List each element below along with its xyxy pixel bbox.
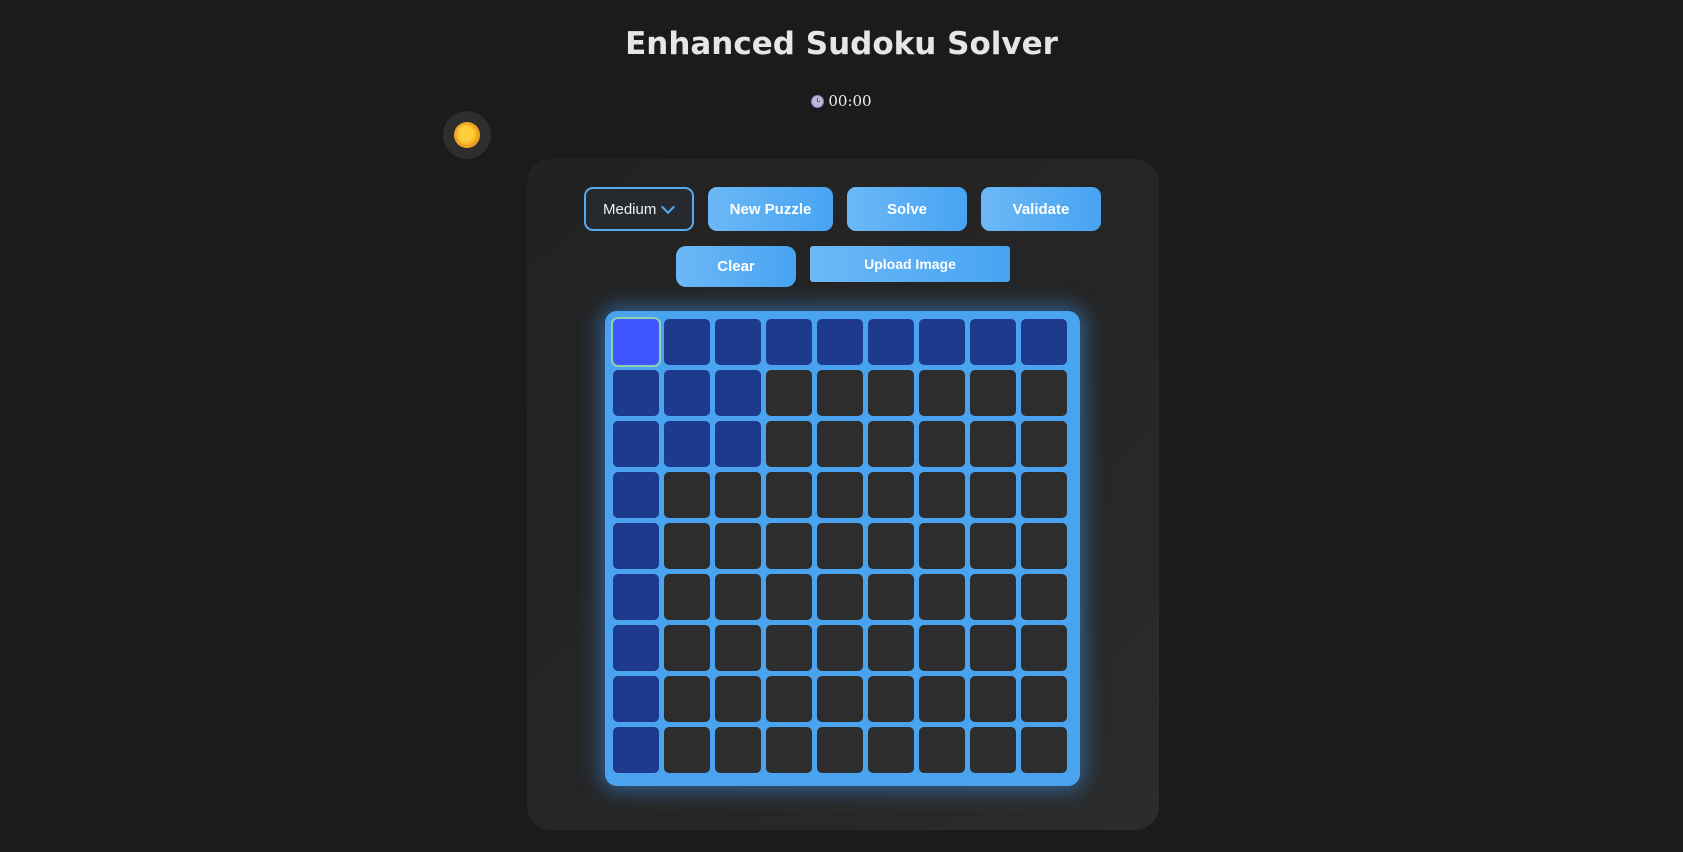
sudoku-cell[interactable] [664, 727, 710, 773]
sudoku-cell[interactable] [868, 523, 914, 569]
sudoku-cell[interactable] [868, 421, 914, 467]
sudoku-cell[interactable] [970, 574, 1016, 620]
difficulty-select[interactable]: Medium [584, 187, 694, 231]
sudoku-cell[interactable] [766, 421, 812, 467]
sudoku-cell[interactable] [868, 676, 914, 722]
sudoku-cell[interactable] [868, 625, 914, 671]
sudoku-cell[interactable] [970, 370, 1016, 416]
sudoku-cell[interactable] [715, 574, 761, 620]
sudoku-cell[interactable] [1021, 574, 1067, 620]
sudoku-cell[interactable] [868, 319, 914, 365]
validate-button[interactable]: Validate [981, 187, 1101, 231]
sudoku-cell[interactable] [970, 676, 1016, 722]
sun-icon [456, 124, 478, 146]
timer: 00:00 [0, 92, 1683, 110]
sudoku-cell[interactable] [868, 370, 914, 416]
sudoku-cell[interactable] [613, 727, 659, 773]
sudoku-cell[interactable] [715, 319, 761, 365]
sudoku-cell[interactable] [613, 676, 659, 722]
sudoku-cell[interactable] [1021, 727, 1067, 773]
sudoku-cell[interactable] [715, 676, 761, 722]
sudoku-cell[interactable] [715, 472, 761, 518]
sudoku-cell[interactable] [1021, 472, 1067, 518]
sudoku-cell[interactable] [817, 319, 863, 365]
sudoku-cell[interactable] [613, 625, 659, 671]
sudoku-cell[interactable] [919, 574, 965, 620]
sudoku-board [605, 311, 1080, 786]
sudoku-cell[interactable] [817, 676, 863, 722]
sudoku-cell[interactable] [664, 676, 710, 722]
sudoku-cell[interactable] [766, 625, 812, 671]
chevron-down-icon [660, 199, 676, 215]
sudoku-cell[interactable] [766, 676, 812, 722]
sudoku-cell[interactable] [715, 625, 761, 671]
clear-button[interactable]: Clear [676, 246, 796, 287]
sudoku-cell[interactable] [766, 472, 812, 518]
sudoku-cell[interactable] [664, 574, 710, 620]
sudoku-cell[interactable] [970, 625, 1016, 671]
sudoku-cell[interactable] [817, 421, 863, 467]
sudoku-cell[interactable] [664, 421, 710, 467]
sudoku-cell[interactable] [664, 625, 710, 671]
sudoku-cell[interactable] [868, 727, 914, 773]
timer-value: 00:00 [828, 92, 872, 110]
sudoku-cell[interactable] [919, 472, 965, 518]
sudoku-cell[interactable] [919, 319, 965, 365]
sudoku-cell[interactable] [970, 472, 1016, 518]
sudoku-cell[interactable] [1021, 676, 1067, 722]
sudoku-cell[interactable] [613, 421, 659, 467]
sudoku-cell[interactable] [919, 523, 965, 569]
sudoku-cell[interactable] [817, 370, 863, 416]
sudoku-cell[interactable] [766, 370, 812, 416]
sudoku-cell[interactable] [1021, 319, 1067, 365]
sudoku-cell[interactable] [970, 523, 1016, 569]
sudoku-cell[interactable] [715, 421, 761, 467]
sudoku-cell[interactable] [766, 319, 812, 365]
sudoku-cell[interactable] [715, 727, 761, 773]
sudoku-cell[interactable] [1021, 625, 1067, 671]
sudoku-cell[interactable] [613, 574, 659, 620]
sudoku-cell[interactable] [613, 370, 659, 416]
sudoku-cell[interactable] [919, 421, 965, 467]
sudoku-cell[interactable] [766, 574, 812, 620]
sudoku-cell[interactable] [919, 676, 965, 722]
sudoku-cell[interactable] [613, 523, 659, 569]
sudoku-cell[interactable] [613, 319, 659, 365]
solve-button[interactable]: Solve [847, 187, 967, 231]
page-title: Enhanced Sudoku Solver [625, 26, 1058, 62]
sudoku-cell[interactable] [817, 472, 863, 518]
sudoku-cell[interactable] [613, 472, 659, 518]
sudoku-cell[interactable] [868, 472, 914, 518]
sudoku-cell[interactable] [970, 421, 1016, 467]
sudoku-cell[interactable] [919, 625, 965, 671]
sudoku-cell[interactable] [919, 727, 965, 773]
sudoku-cell[interactable] [1021, 370, 1067, 416]
sudoku-cell[interactable] [664, 523, 710, 569]
upload-image-button[interactable]: Upload Image [810, 246, 1010, 282]
new-puzzle-button[interactable]: New Puzzle [708, 187, 833, 231]
sudoku-cell[interactable] [664, 472, 710, 518]
theme-toggle-button[interactable] [443, 111, 491, 159]
sudoku-cell[interactable] [664, 319, 710, 365]
sudoku-cell[interactable] [1021, 523, 1067, 569]
sudoku-cell[interactable] [970, 727, 1016, 773]
sudoku-cell[interactable] [715, 370, 761, 416]
sudoku-cell[interactable] [817, 727, 863, 773]
sudoku-cell[interactable] [970, 319, 1016, 365]
sudoku-cell[interactable] [868, 574, 914, 620]
difficulty-selected-value: Medium [603, 200, 657, 218]
sudoku-cell[interactable] [817, 523, 863, 569]
page: Enhanced Sudoku Solver 00:00 Medium New … [0, 0, 1683, 852]
sudoku-cell[interactable] [715, 523, 761, 569]
sudoku-cell[interactable] [817, 574, 863, 620]
alarm-clock-icon [811, 95, 825, 108]
sudoku-cell[interactable] [817, 625, 863, 671]
sudoku-cell[interactable] [919, 370, 965, 416]
sudoku-cell[interactable] [664, 370, 710, 416]
sudoku-cell[interactable] [1021, 421, 1067, 467]
sudoku-cell[interactable] [766, 727, 812, 773]
sudoku-cell[interactable] [766, 523, 812, 569]
